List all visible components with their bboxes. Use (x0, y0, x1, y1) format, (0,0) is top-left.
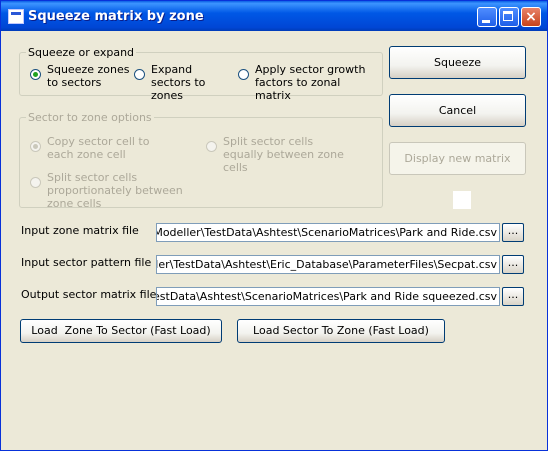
apply-growth-factors-radio[interactable] (238, 69, 249, 80)
squeeze-zones-radio[interactable] (30, 69, 41, 80)
input-sector-pattern-value: Transport Modeller\TestData\Ashtest\Eric… (156, 258, 497, 271)
copy-sector-cell-label[interactable]: Copy sector cell to each zone cell (47, 135, 159, 161)
output-sector-matrix-label: Output sector matrix file (21, 288, 157, 301)
apply-growth-factors-label[interactable]: Apply sector growth factors to zonal mat… (255, 63, 373, 102)
input-sector-pattern-field[interactable]: Transport Modeller\TestData\Ashtest\Eric… (156, 255, 500, 274)
dialog-client-area: Squeeze or expand Squeeze zones to secto… (4, 31, 544, 446)
window-title: Squeeze matrix by zone (28, 9, 204, 24)
squeeze-zones-label[interactable]: Squeeze zones to sectors (47, 63, 132, 89)
display-new-matrix-button[interactable]: Display new matrix (389, 142, 526, 175)
copy-sector-cell-radio[interactable] (30, 141, 41, 152)
split-proportionately-label[interactable]: Split sector cells proportionately betwe… (47, 171, 207, 210)
dialog-window: Squeeze matrix by zone × Squeeze or expa… (0, 0, 548, 451)
close-icon: × (525, 9, 537, 25)
cancel-button[interactable]: Cancel (389, 94, 526, 127)
load-sector-to-zone-label: Load Sector To Zone (Fast Load) (253, 324, 429, 337)
load-zone-to-sector-button[interactable]: Load Zone To Sector (Fast Load) (20, 319, 222, 343)
app-icon (8, 9, 24, 24)
title-bar[interactable]: Squeeze matrix by zone × (1, 1, 547, 31)
input-sector-pattern-label: Input sector pattern file (21, 256, 152, 269)
expand-sectors-label[interactable]: Expand sectors to zones (151, 63, 233, 102)
squeeze-or-expand-legend: Squeeze or expand (28, 46, 135, 59)
maximize-button[interactable] (499, 7, 519, 27)
display-new-matrix-label: Display new matrix (404, 152, 511, 165)
output-sector-matrix-field[interactable]: Transport Modeller\TestData\Ashtest\Scen… (156, 287, 500, 306)
minimize-button[interactable] (477, 7, 497, 27)
browse-input-sector-button[interactable]: ... (502, 255, 524, 274)
output-sector-matrix-value: Transport Modeller\TestData\Ashtest\Scen… (157, 290, 497, 303)
close-button[interactable]: × (521, 7, 541, 27)
input-zone-matrix-value: Transport Modeller\TestData\Ashtest\Scen… (156, 226, 497, 239)
sector-to-zone-options-legend: Sector to zone options (28, 111, 152, 124)
browse-output-sector-button[interactable]: ... (502, 287, 524, 306)
browse-input-zone-button[interactable]: ... (502, 223, 524, 242)
squeeze-button-label: Squeeze (433, 56, 481, 69)
split-equally-radio[interactable] (206, 141, 217, 152)
input-zone-matrix-field[interactable]: Transport Modeller\TestData\Ashtest\Scen… (156, 223, 500, 242)
cancel-button-label: Cancel (438, 104, 477, 117)
maximize-icon (503, 11, 513, 21)
split-equally-label[interactable]: Split sector cells equally between zone … (223, 135, 353, 174)
expand-sectors-radio[interactable] (134, 69, 145, 80)
squeeze-button[interactable]: Squeeze (389, 46, 526, 79)
minimize-icon (482, 20, 490, 23)
split-proportionately-radio[interactable] (30, 177, 41, 188)
load-zone-to-sector-label: Load Zone To Sector (Fast Load) (31, 324, 211, 337)
input-zone-matrix-label: Input zone matrix file (21, 224, 139, 237)
load-sector-to-zone-button[interactable]: Load Sector To Zone (Fast Load) (237, 319, 445, 343)
status-indicator-box (453, 191, 471, 209)
